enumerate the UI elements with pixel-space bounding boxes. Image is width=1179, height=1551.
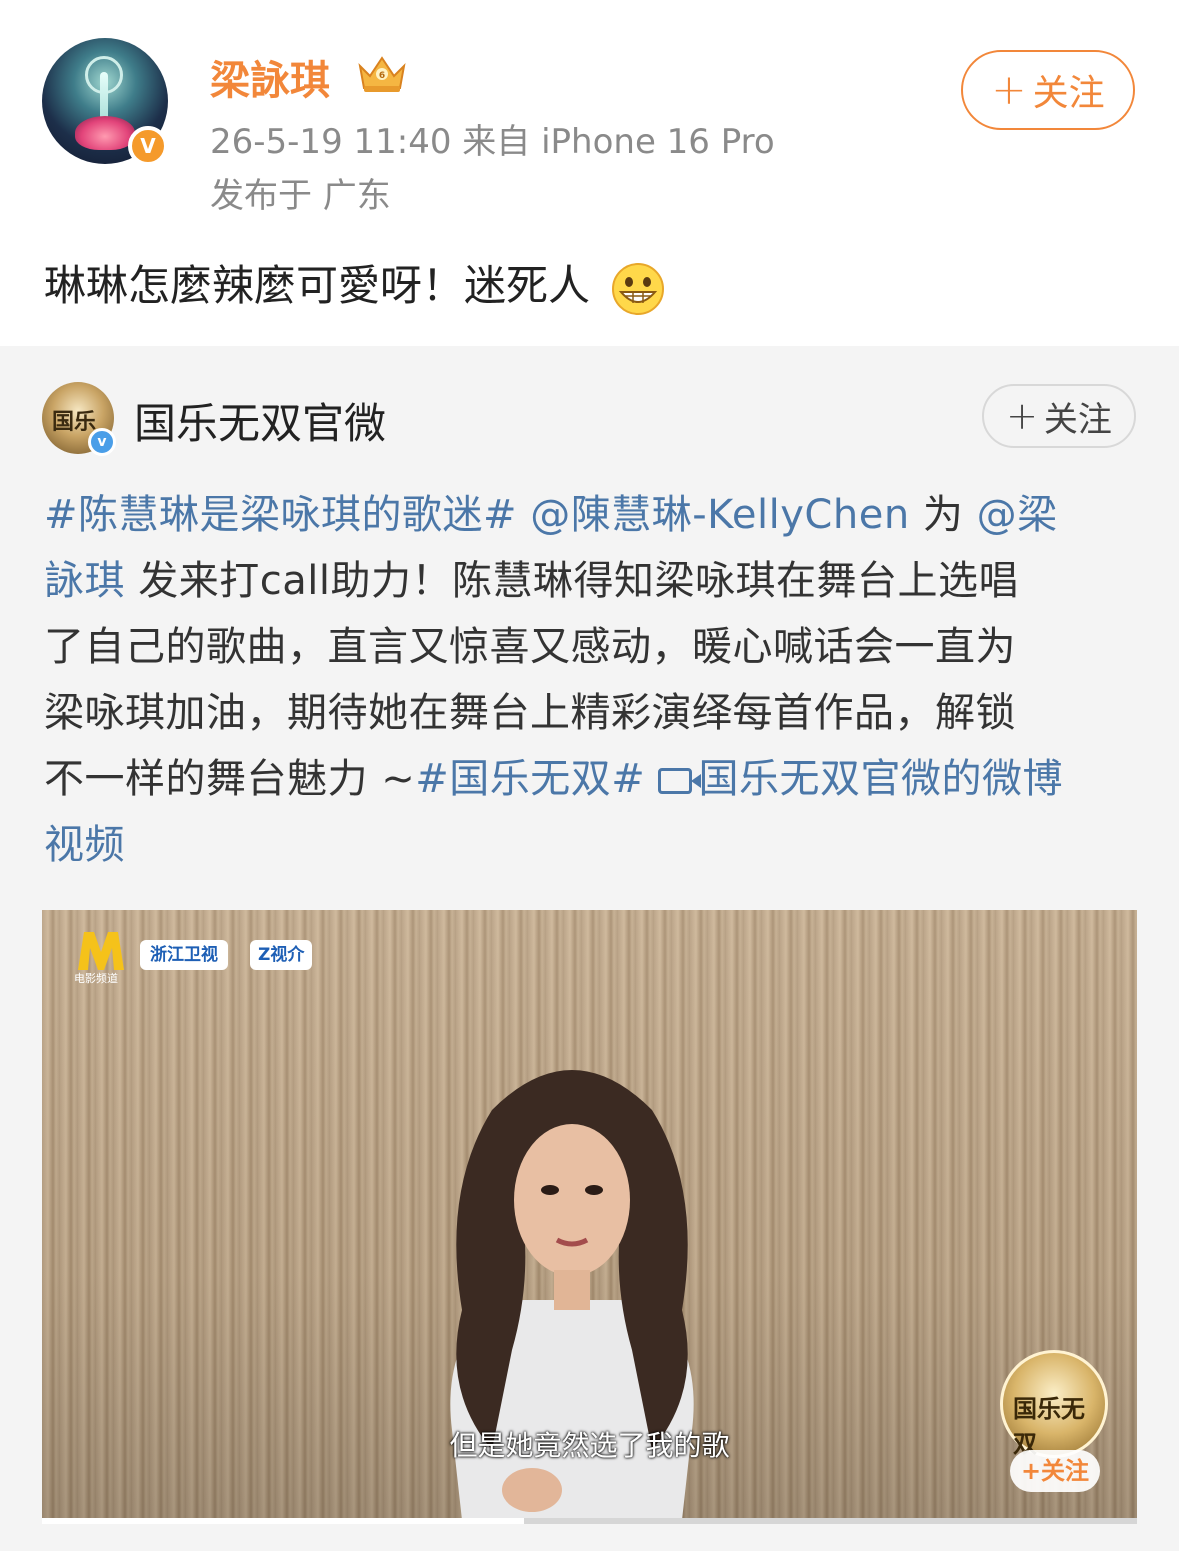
- repost-text-segment: 为: [909, 492, 977, 538]
- repost-text: #陈慧琳是梁咏琪的歌迷# @陳慧琳-KellyChen 为 @梁 詠琪 发来打ca…: [44, 482, 1139, 878]
- repost-text-link[interactable]: 国乐无双官微的微博: [658, 756, 1063, 802]
- repost-text-link[interactable]: @梁: [977, 492, 1058, 538]
- video-subtitle: 但是她竟然选了我的歌: [449, 1429, 730, 1462]
- grin-emoji-icon: [612, 262, 665, 315]
- repost-text-line: 视频: [44, 812, 1139, 878]
- post-timestamp-source: 26-5-19 11:40 来自 iPhone 16 Pro: [210, 122, 775, 162]
- repost-text-line: 梁咏琪加油，期待她在舞台上精彩演绎每首作品，解锁: [44, 680, 1139, 746]
- repost-text-line: 了自己的歌曲，直言又惊喜又感动，暖心喊话会一直为: [44, 614, 1139, 680]
- repost-verified-badge: v: [88, 428, 116, 456]
- post-text-content: 琳琳怎麼辣麼可愛呀！迷死人: [44, 261, 591, 310]
- avatar-lotus: [75, 116, 135, 150]
- follow-button[interactable]: + 关注: [961, 50, 1135, 130]
- follow-label: 关注: [1032, 73, 1105, 114]
- crown-icon: 6: [358, 56, 406, 92]
- repost-text-line: #陈慧琳是梁咏琪的歌迷# @陳慧琳-KellyChen 为 @梁: [44, 482, 1139, 548]
- repost-text-link[interactable]: @陳慧琳-KellyChen: [517, 492, 910, 538]
- post-text: 琳琳怎麼辣麼可愛呀！迷死人: [44, 252, 665, 316]
- repost-author-name[interactable]: 国乐无双官微: [134, 390, 386, 451]
- plus-icon: +: [1006, 394, 1038, 438]
- video-icon: [658, 768, 702, 794]
- video-follow-button[interactable]: +关注: [1010, 1450, 1100, 1492]
- repost-text-segment: 梁咏琪加油，期待她在舞台上精彩演绎每首作品，解锁: [44, 690, 1016, 736]
- repost-text-link[interactable]: 詠琪: [44, 558, 125, 604]
- repost-text-link[interactable]: #国乐无双#: [415, 756, 645, 802]
- video-player[interactable]: 电影频道 浙江卫视 Z视介 但是她竟然选了我的歌 国乐无双 +关注: [42, 910, 1137, 1518]
- video-progress-bar[interactable]: [42, 1518, 1137, 1524]
- repost-follow-button[interactable]: + 关注: [982, 384, 1136, 448]
- repost-text-segment: 发来打call助力！陈慧琳得知梁咏琪在舞台上选唱: [125, 558, 1019, 604]
- repost-text-link[interactable]: 视频: [44, 822, 125, 868]
- verified-badge: V: [128, 126, 168, 166]
- repost-text-segment: 不一样的舞台魅力 ~: [44, 756, 416, 802]
- repost-text-link[interactable]: #陈慧琳是梁咏琪的歌迷#: [44, 492, 517, 538]
- repost-text-segment: 了自己的歌曲，直言又惊喜又感动，暖心喊话会一直为: [44, 624, 1016, 670]
- video-progress-fill: [42, 1518, 524, 1524]
- username[interactable]: 梁詠琪: [210, 48, 330, 106]
- zshijie-tag: Z视介: [250, 940, 313, 970]
- weibo-post: V 梁詠琪 6 26-5-19 11:40 来自 iPhone 16 Pro 发…: [0, 0, 1179, 346]
- svg-text:6: 6: [379, 71, 385, 81]
- post-location: 发布于 广东: [210, 176, 391, 216]
- repost-text-line: 不一样的舞台魅力 ~#国乐无双# 国乐无双官微的微博: [44, 746, 1139, 812]
- repost-follow-label: 关注: [1043, 399, 1112, 440]
- plus-icon: +: [991, 65, 1027, 114]
- repost-text-line: 詠琪 发来打call助力！陈慧琳得知梁咏琪在舞台上选唱: [44, 548, 1139, 614]
- movie-channel-caption: 电影频道: [74, 972, 118, 985]
- program-badge-logo: 国乐无双: [1000, 1350, 1108, 1458]
- movie-channel-logo-icon: [78, 932, 124, 970]
- repost-text-segment: [645, 756, 658, 802]
- avatar-calligraphy: 国乐: [52, 409, 97, 435]
- program-badge-text: 国乐无双: [1013, 1394, 1085, 1458]
- zhejiang-tv-tag: 浙江卫视: [140, 940, 228, 970]
- video-link-text[interactable]: 国乐无双官微的微博: [698, 756, 1063, 802]
